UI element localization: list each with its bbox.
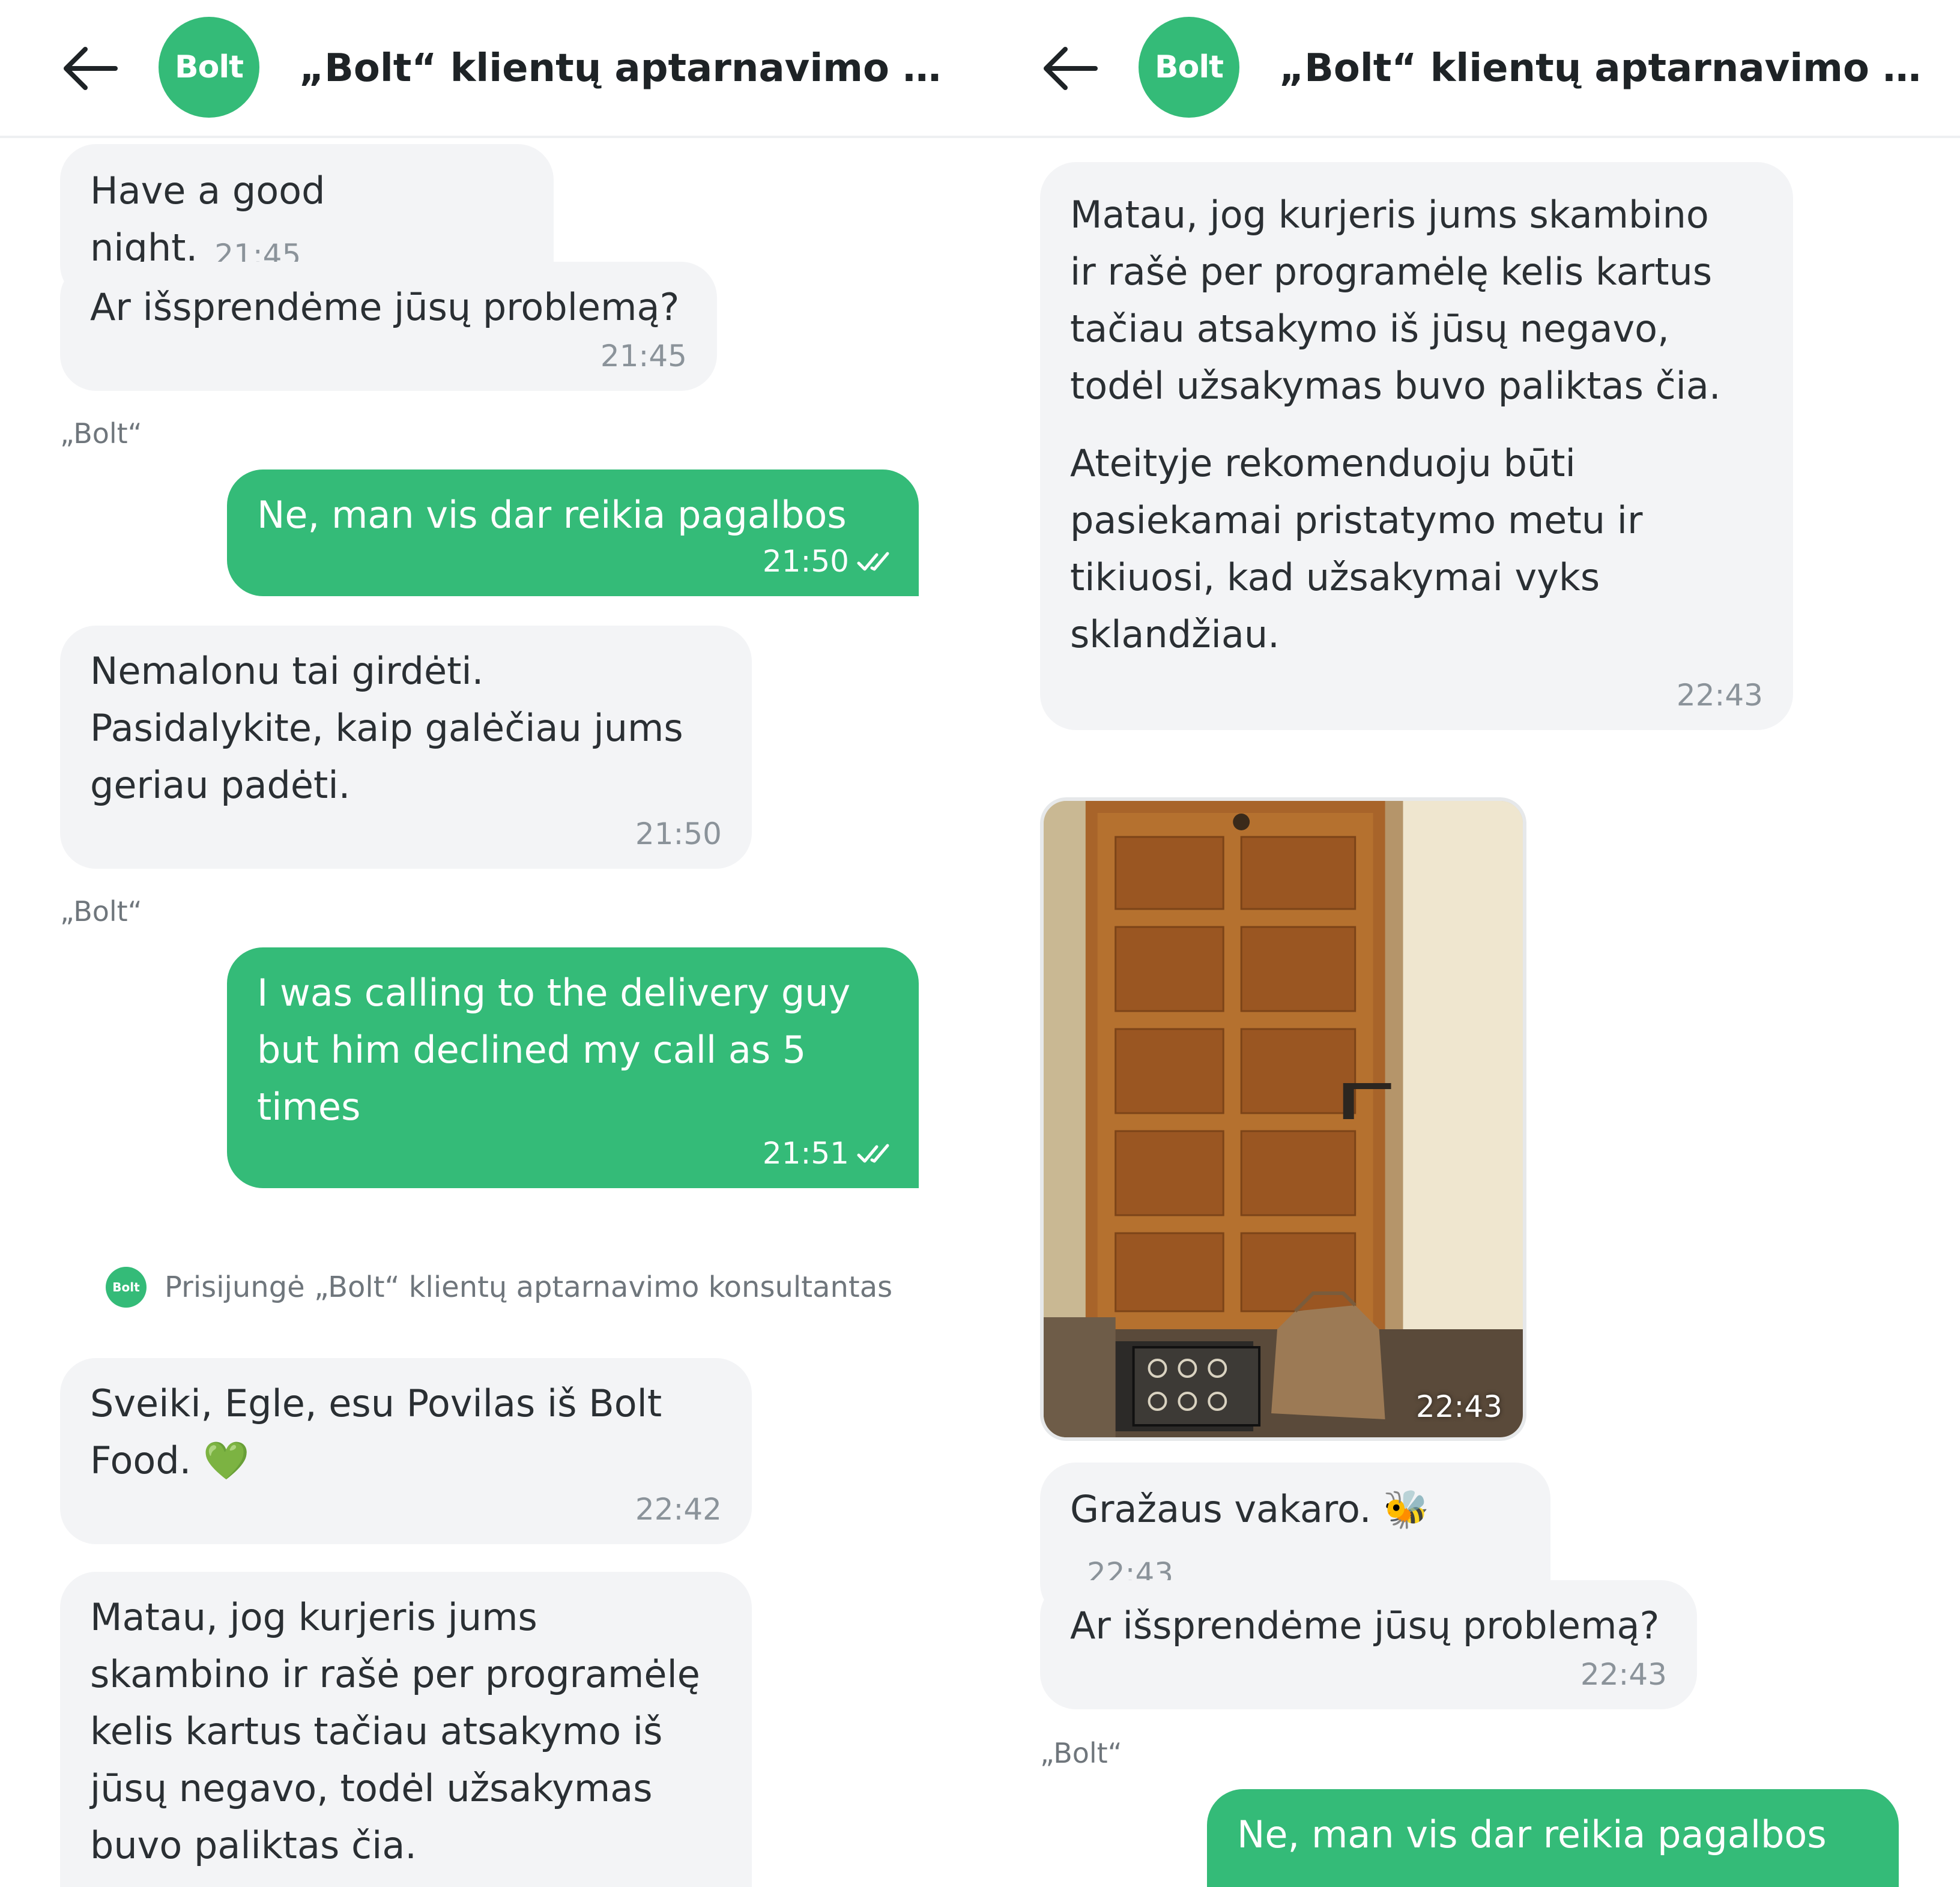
back-button[interactable] <box>1040 44 1100 92</box>
chat-header: Bolt „Bolt“ klientų aptarnavimo kons... <box>980 0 1960 138</box>
arrow-left-icon <box>1044 47 1098 90</box>
bolt-logo-icon: Bolt <box>106 1267 147 1308</box>
double-check-icon <box>857 1144 889 1163</box>
incoming-message: Matau, jog kurjeris jums skambino ir raš… <box>60 1572 752 1887</box>
message-time: 22:42 <box>635 1492 722 1527</box>
message-time: 21:45 <box>600 339 687 373</box>
message-time: 21:50 <box>635 817 722 851</box>
outgoing-message: I was calling to the delivery guy but hi… <box>227 947 919 1188</box>
message-text: Ar išsprendėme jūsų problemą? <box>90 285 680 329</box>
chat-title: „Bolt“ klientų aptarnavimo kons... <box>299 46 954 91</box>
arrow-left-icon <box>64 47 118 90</box>
message-text-line: Nemalonu tai girdėti. <box>90 649 484 693</box>
incoming-message: Sveiki, Egle, esu Povilas iš Bolt Food. … <box>60 1358 752 1544</box>
sender-label: „Bolt“ <box>60 417 142 450</box>
bolt-avatar: Bolt <box>1139 17 1239 118</box>
double-check-icon <box>857 552 889 571</box>
message-text: I was calling to the delivery guy but hi… <box>257 971 851 1129</box>
bee-icon: 🐝 <box>1383 1487 1430 1531</box>
incoming-message: Ar išsprendėme jūsų problemą? 21:45 <box>60 262 717 391</box>
message-time: 22:43 <box>1676 678 1763 713</box>
message-time: 21:50 <box>762 544 849 579</box>
left-chat-panel: Have a good night. 21:45 Ar išsprendėme j… <box>0 0 980 1887</box>
message-time: 21:51 <box>762 1136 849 1171</box>
message-time: 22:43 <box>1580 1657 1667 1692</box>
sender-label: „Bolt“ <box>60 895 142 928</box>
message-text-line: Pasidalykite, kaip galėčiau jums geriau … <box>90 706 683 807</box>
incoming-message: Ar išsprendėme jūsų problemą? 22:43 <box>1040 1580 1697 1709</box>
bolt-avatar: Bolt <box>159 17 259 118</box>
message-text: Ne, man vis dar reikia pagalbos <box>1237 1813 1827 1856</box>
message-paragraph: Ateityje rekomenduoju būti pasiekamai pr… <box>1070 441 1643 656</box>
message-text: Matau, jog kurjeris jums skambino ir raš… <box>90 1595 700 1867</box>
incoming-message: Nemalonu tai girdėti. Pasidalykite, kaip… <box>60 626 752 869</box>
right-chat-panel: Matau, jog kurjeris jums skambino ir raš… <box>980 0 1960 1887</box>
delivery-photo[interactable]: 22:43 <box>1040 797 1526 1441</box>
message-text: Ne, man vis dar reikia pagalbos <box>257 493 847 537</box>
message-list[interactable]: Matau, jog kurjeris jums skambino ir raš… <box>980 0 1960 1887</box>
message-text: Gražaus vakaro. <box>1070 1487 1372 1531</box>
message-text: Sveiki, Egle, esu Povilas iš Bolt Food. <box>90 1381 662 1482</box>
photo-time: 22:43 <box>1415 1389 1502 1424</box>
green-heart-icon: 💚 <box>203 1439 250 1482</box>
outgoing-message: Ne, man vis dar reikia pagalbos 21:50 <box>227 469 919 596</box>
chat-title: „Bolt“ klientų aptarnavimo kons... <box>1279 46 1934 91</box>
system-join-notice: Bolt Prisijungė „Bolt“ klientų aptarnavi… <box>106 1263 892 1311</box>
message-text: Ar išsprendėme jūsų problemą? <box>1070 1604 1660 1647</box>
outgoing-message: Ne, man vis dar reikia pagalbos <box>1207 1789 1899 1887</box>
system-notice-text: Prisijungė „Bolt“ klientų aptarnavimo ko… <box>165 1270 893 1304</box>
message-paragraph: Matau, jog kurjeris jums skambino ir raš… <box>1070 193 1721 408</box>
back-button[interactable] <box>60 44 120 92</box>
door-photo-image <box>1044 801 1523 1437</box>
sender-label: „Bolt“ <box>1040 1737 1122 1769</box>
message-list[interactable]: Have a good night. 21:45 Ar išsprendėme j… <box>0 0 980 1887</box>
incoming-message: Matau, jog kurjeris jums skambino ir raš… <box>1040 162 1793 730</box>
chat-header: Bolt „Bolt“ klientų aptarnavimo kons... <box>0 0 980 138</box>
